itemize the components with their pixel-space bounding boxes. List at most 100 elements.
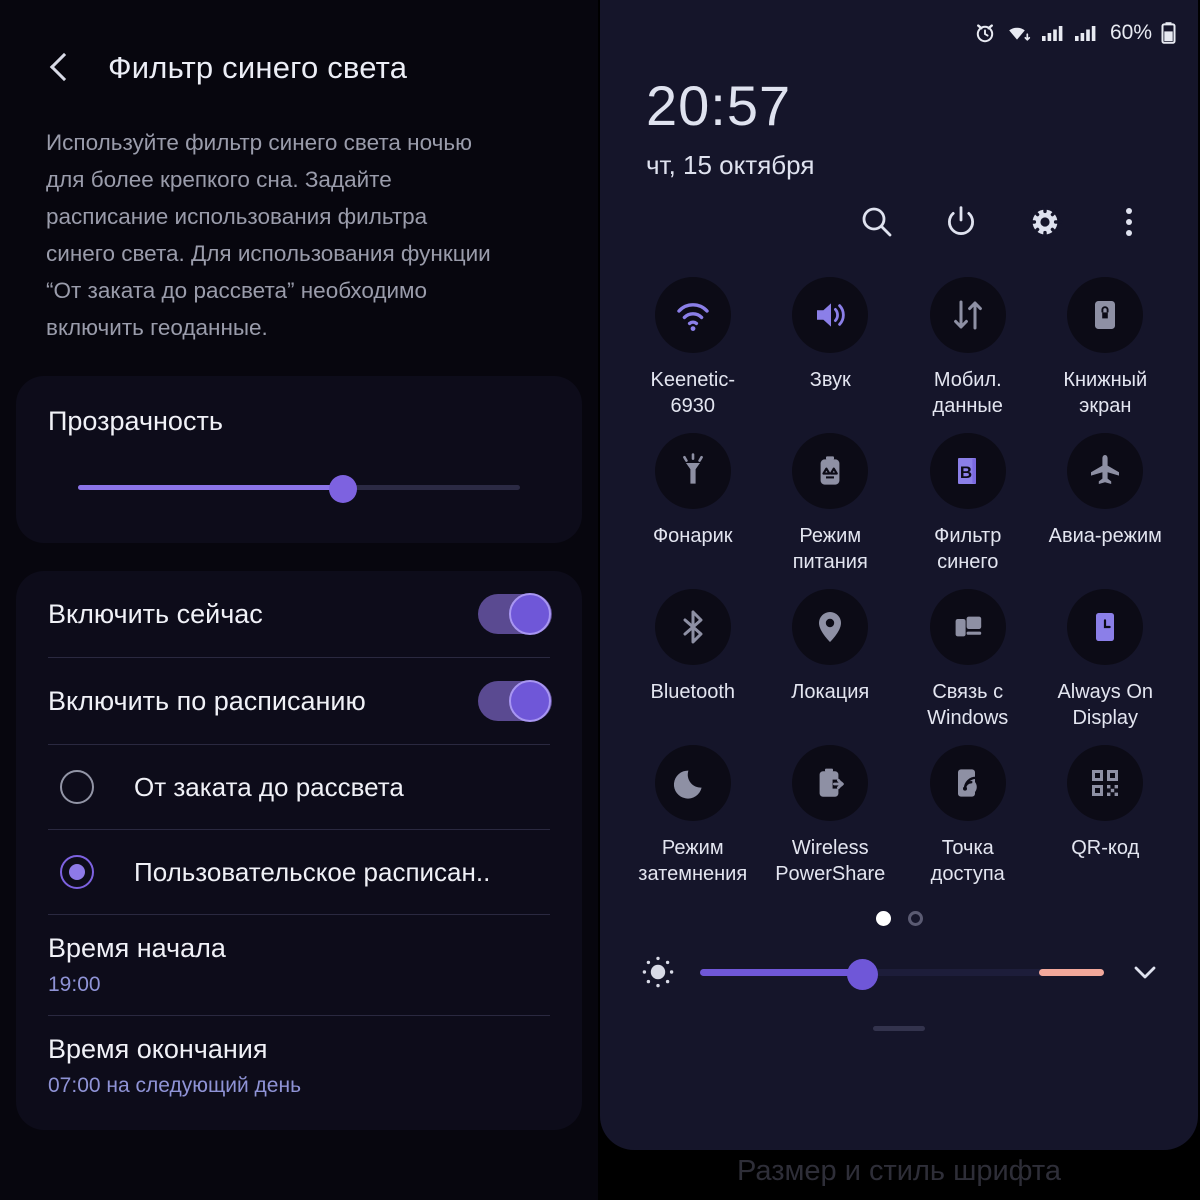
gear-icon[interactable] bbox=[1026, 203, 1064, 241]
tile-label: Режим затемнения bbox=[638, 837, 748, 885]
tile-label: Точка доступа bbox=[930, 837, 1005, 885]
rotation-lock-icon bbox=[1095, 301, 1116, 329]
brightness-control bbox=[600, 926, 1198, 992]
background-text: Размер и стиль шрифта bbox=[737, 1155, 1061, 1187]
tile-bluetooth[interactable]: Bluetooth bbox=[624, 579, 762, 731]
tile-location[interactable]: Локация bbox=[762, 579, 900, 731]
chevron-left-icon[interactable] bbox=[44, 51, 78, 85]
search-icon[interactable] bbox=[858, 203, 896, 241]
toggle-knob bbox=[509, 593, 551, 635]
tile-sound[interactable]: Звук bbox=[762, 267, 900, 419]
tile-circle bbox=[792, 433, 869, 509]
end-time-label: Время окончания bbox=[48, 1034, 268, 1064]
radio-button-selected[interactable] bbox=[60, 855, 94, 889]
description-text: Используйте фильтр синего света ночью дл… bbox=[46, 130, 491, 340]
tile-circle bbox=[1067, 745, 1144, 821]
tile-airplane-mode[interactable]: Авиа-режим bbox=[1037, 423, 1175, 575]
opacity-slider[interactable] bbox=[78, 475, 520, 503]
moon-icon bbox=[673, 770, 702, 799]
tile-label: Авиа-режим bbox=[1048, 525, 1162, 547]
tile-circle bbox=[792, 589, 869, 665]
power-icon[interactable] bbox=[942, 203, 980, 241]
tile-circle bbox=[1067, 433, 1144, 509]
tile-label: Режим питания bbox=[792, 525, 868, 573]
tile-hotspot[interactable]: Точка доступа bbox=[899, 735, 1037, 887]
page-dot[interactable] bbox=[907, 911, 923, 926]
tile-mobile-data[interactable]: Мобил. данные bbox=[899, 267, 1037, 419]
opacity-slider-fill bbox=[78, 485, 344, 490]
tile-circle bbox=[654, 745, 731, 821]
wifi-icon bbox=[677, 303, 709, 331]
wireless-powershare-icon bbox=[819, 768, 845, 797]
tile-circle bbox=[929, 745, 1006, 821]
page-dot-active[interactable] bbox=[875, 911, 891, 926]
end-time-row[interactable]: Время окончания 07:00 на следующий день bbox=[16, 1016, 582, 1116]
brightness-icon bbox=[642, 956, 674, 988]
tile-label: Книжный экран bbox=[1063, 369, 1148, 417]
chevron-down-icon[interactable] bbox=[1126, 953, 1164, 991]
quick-settings-shade: 60% 20:57 чт, 15 октября Keenetic-6930 З… bbox=[600, 0, 1198, 1150]
quick-panel-actions bbox=[600, 181, 1198, 241]
start-time-row[interactable]: Время начала 19:00 bbox=[16, 915, 582, 1015]
toggle-knob bbox=[509, 680, 551, 722]
tile-label: Wireless PowerShare bbox=[775, 837, 886, 885]
quick-settings-panel: Размер и стиль шрифта 60% 20:57 чт, 15 о… bbox=[600, 0, 1198, 1200]
quick-settings-tiles: Keenetic-6930 Звук Мобил. данные Книжный… bbox=[600, 241, 1198, 887]
tile-blue-light-filter[interactable]: B Фильтр синего bbox=[899, 423, 1037, 575]
opacity-title: Прозрачность bbox=[48, 406, 223, 436]
page-indicator bbox=[600, 911, 1198, 926]
blue-light-filter-settings-panel: Фильтр синего света Используйте фильтр с… bbox=[0, 0, 600, 1200]
brightness-slider-thumb[interactable] bbox=[846, 959, 878, 990]
hotspot-icon bbox=[957, 769, 977, 797]
radio-button[interactable] bbox=[60, 770, 94, 804]
tile-link-to-windows[interactable]: Связь с Windows bbox=[899, 579, 1037, 731]
brightness-slider[interactable] bbox=[700, 959, 1104, 990]
signal-bars-icon bbox=[1074, 26, 1096, 41]
tile-power-mode[interactable]: Режим питания bbox=[762, 423, 900, 575]
opacity-card: Прозрачность bbox=[16, 376, 582, 543]
brightness-slider-fill bbox=[700, 969, 862, 976]
qr-code-icon bbox=[1092, 770, 1119, 796]
turn-on-now-row[interactable]: Включить сейчас bbox=[16, 571, 582, 657]
signal-bars-icon bbox=[1041, 26, 1063, 41]
wifi-icon bbox=[1009, 27, 1031, 41]
tile-label: Фильтр синего bbox=[934, 525, 1002, 573]
tile-label: Мобил. данные bbox=[932, 369, 1003, 417]
status-bar: 60% bbox=[600, 0, 1198, 48]
blue-light-filter-icon: B bbox=[957, 458, 976, 484]
page-title: Фильтр синего света bbox=[108, 50, 408, 85]
clock-time: 20:57 bbox=[646, 74, 792, 137]
tile-wireless-powershare[interactable]: Wireless PowerShare bbox=[762, 735, 900, 887]
tile-night-mode[interactable]: Режим затемнения bbox=[624, 735, 762, 887]
overflow-menu-icon[interactable] bbox=[1110, 203, 1148, 241]
tile-circle bbox=[1067, 277, 1144, 353]
flashlight-icon bbox=[682, 453, 703, 484]
tile-wifi[interactable]: Keenetic-6930 bbox=[624, 267, 762, 419]
tile-circle bbox=[929, 277, 1006, 353]
drag-handle[interactable] bbox=[873, 1026, 925, 1031]
svg-text:B: B bbox=[960, 463, 972, 482]
schedule-option-sunset-to-sunrise[interactable]: От заката до рассвета bbox=[16, 745, 582, 829]
tile-always-on-display[interactable]: Always On Display bbox=[1037, 579, 1175, 731]
alarm-icon bbox=[976, 24, 994, 43]
turn-on-scheduled-row[interactable]: Включить по расписанию bbox=[16, 658, 582, 744]
tile-qr-code[interactable]: QR-код bbox=[1037, 735, 1175, 887]
clock-block: 20:57 чт, 15 октября bbox=[600, 48, 1198, 181]
schedule-option-label: Пользовательское расписан.. bbox=[134, 856, 491, 887]
tile-flashlight[interactable]: Фонарик bbox=[624, 423, 762, 575]
start-time-label: Время начала bbox=[48, 933, 226, 963]
tile-label: Локация bbox=[791, 681, 870, 703]
tile-label: Keenetic-6930 bbox=[650, 369, 736, 417]
turn-on-now-toggle[interactable] bbox=[478, 593, 552, 635]
tile-circle bbox=[654, 589, 731, 665]
tile-label: Always On Display bbox=[1057, 681, 1154, 729]
tile-rotation-lock[interactable]: Книжный экран bbox=[1037, 267, 1175, 419]
schedule-option-label: От заката до рассвета bbox=[134, 771, 404, 802]
airplane-icon bbox=[1091, 455, 1120, 484]
schedule-option-custom[interactable]: Пользовательское расписан.. bbox=[16, 830, 582, 914]
opacity-slider-thumb[interactable] bbox=[329, 475, 358, 503]
bluetooth-icon bbox=[683, 610, 703, 644]
turn-on-scheduled-toggle[interactable] bbox=[478, 680, 552, 722]
clock-date: чт, 15 октября bbox=[646, 150, 815, 180]
tile-circle bbox=[654, 277, 731, 353]
